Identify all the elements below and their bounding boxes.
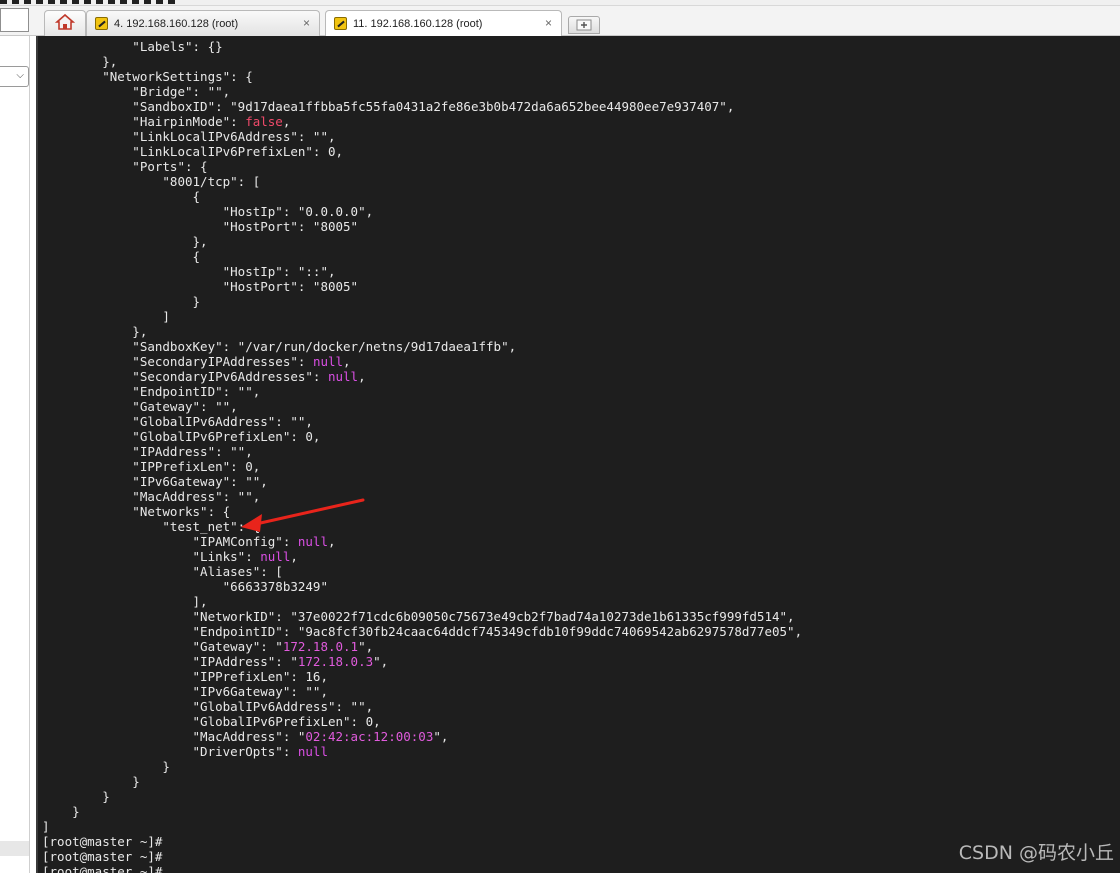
chevron-down-icon: ⌵ bbox=[16, 70, 24, 81]
terminal-line: "Networks": { bbox=[42, 504, 231, 519]
terminal-value-token: 172.18.0.3 bbox=[297, 654, 374, 669]
terminal-line: "Labels": {} bbox=[42, 39, 223, 54]
terminal-line: "HostIp": "0.0.0.0", bbox=[42, 204, 374, 219]
tab-session-11[interactable]: 11. 192.168.160.128 (root) × bbox=[325, 10, 562, 37]
terminal-value-token: 02:42:ac:12:00:03 bbox=[305, 729, 434, 744]
terminal-text: "Labels": {} }, "NetworkSettings": { "Br… bbox=[42, 39, 802, 873]
terminal-line: "MacAddress": "", bbox=[42, 489, 261, 504]
terminal-line: "HostPort": "8005" bbox=[42, 219, 359, 234]
terminal-line: "8001/tcp": [ bbox=[42, 174, 261, 189]
terminal-line: "Aliases": [ bbox=[42, 564, 283, 579]
terminal-line: [root@master ~]# bbox=[42, 849, 163, 864]
terminal-line: }, bbox=[42, 54, 118, 69]
terminal-line: "HairpinMode": false, bbox=[42, 114, 291, 129]
terminal-line: "IPPrefixLen": 0, bbox=[42, 459, 261, 474]
top-strip-pattern bbox=[0, 0, 180, 4]
terminal-line: "GlobalIPv6PrefixLen": 0, bbox=[42, 429, 321, 444]
terminal-line: } bbox=[42, 294, 201, 309]
left-panel-input[interactable] bbox=[0, 8, 29, 32]
terminal-line: "NetworkID": "37e0022f71cdc6b09050c75673… bbox=[42, 609, 795, 624]
new-tab-button[interactable] bbox=[568, 16, 600, 34]
terminal-line: "HostIp": "::", bbox=[42, 264, 336, 279]
terminal-line: "SecondaryIPv6Addresses": null, bbox=[42, 369, 366, 384]
terminal-line: "Links": null, bbox=[42, 549, 298, 564]
terminal-value-token: 172.18.0.1 bbox=[282, 639, 359, 654]
terminal-line: "Gateway": "172.18.0.1", bbox=[42, 639, 374, 654]
watermark: CSDN @码农小丘 bbox=[958, 842, 1114, 864]
terminal-value-token: false bbox=[245, 114, 283, 129]
terminal-line: [root@master ~]# bbox=[42, 834, 163, 849]
terminal-line: "IPv6Gateway": "", bbox=[42, 474, 268, 489]
terminal-session-icon bbox=[95, 17, 108, 30]
terminal-line: { bbox=[42, 249, 201, 264]
terminal-line: "GlobalIPv6PrefixLen": 0, bbox=[42, 714, 381, 729]
terminal-value-token: null bbox=[297, 534, 328, 549]
terminal-line: } bbox=[42, 789, 110, 804]
terminal-line: "IPPrefixLen": 16, bbox=[42, 669, 328, 684]
terminal-session-icon bbox=[334, 17, 347, 30]
terminal-line: "Gateway": "", bbox=[42, 399, 238, 414]
terminal-line: ] bbox=[42, 819, 50, 834]
tab-label: 4. 192.168.160.128 (root) bbox=[114, 18, 239, 30]
terminal-line: "DriverOpts": null bbox=[42, 744, 328, 759]
terminal-line: { bbox=[42, 189, 201, 204]
terminal-line: "MacAddress": "02:42:ac:12:00:03", bbox=[42, 729, 449, 744]
terminal-line: "6663378b3249" bbox=[42, 579, 328, 594]
terminal-line: "IPAddress": "", bbox=[42, 444, 253, 459]
close-icon[interactable]: × bbox=[303, 16, 310, 30]
terminal-line: "SandboxID": "9d17daea1ffbba5fc55fa0431a… bbox=[42, 99, 735, 114]
terminal-line: "HostPort": "8005" bbox=[42, 279, 359, 294]
terminal-line: "SecondaryIPAddresses": null, bbox=[42, 354, 351, 369]
terminal-line: ] bbox=[42, 309, 170, 324]
terminal-line: "EndpointID": "", bbox=[42, 384, 261, 399]
terminal-line: "SandboxKey": "/var/run/docker/netns/9d1… bbox=[42, 339, 517, 354]
session-sidebar: ⌵ bbox=[0, 36, 30, 873]
terminal-line: "IPAddress": "172.18.0.3", bbox=[42, 654, 389, 669]
terminal-line: "LinkLocalIPv6Address": "", bbox=[42, 129, 336, 144]
terminal-line: "Ports": { bbox=[42, 159, 208, 174]
terminal-value-token: null bbox=[297, 744, 328, 759]
terminal-line: "EndpointID": "9ac8fcf30fb24caac64ddcf74… bbox=[42, 624, 803, 639]
terminal-line: "test_net": { bbox=[42, 519, 261, 534]
terminal-line: "GlobalIPv6Address": "", bbox=[42, 414, 313, 429]
close-icon[interactable]: × bbox=[545, 16, 552, 30]
terminal-line: "NetworkSettings": { bbox=[42, 69, 253, 84]
tab-label: 11. 192.168.160.128 (root) bbox=[353, 18, 483, 30]
terminal-line: } bbox=[42, 759, 170, 774]
terminal-line: }, bbox=[42, 324, 148, 339]
terminal-line: ], bbox=[42, 594, 208, 609]
home-icon bbox=[54, 13, 76, 35]
terminal-line: } bbox=[42, 774, 140, 789]
home-button[interactable] bbox=[44, 10, 86, 36]
new-tab-icon bbox=[576, 16, 592, 35]
tab-session-4[interactable]: 4. 192.168.160.128 (root) × bbox=[86, 10, 320, 36]
terminal-output[interactable]: "Labels": {} }, "NetworkSettings": { "Br… bbox=[36, 36, 1120, 873]
terminal-line: "Bridge": "", bbox=[42, 84, 231, 99]
terminal-value-token: null bbox=[327, 369, 359, 384]
sidebar-selection bbox=[0, 841, 29, 856]
sidebar-dropdown[interactable]: ⌵ bbox=[0, 66, 29, 87]
terminal-line: "IPAMConfig": null, bbox=[42, 534, 336, 549]
terminal-line: [root@master ~]# bbox=[42, 864, 163, 873]
terminal-line: "LinkLocalIPv6PrefixLen": 0, bbox=[42, 144, 344, 159]
session-tab-bar: 4. 192.168.160.128 (root) × 11. 192.168.… bbox=[0, 6, 1120, 37]
terminal-line: }, bbox=[42, 234, 208, 249]
terminal-line: "GlobalIPv6Address": "", bbox=[42, 699, 374, 714]
terminal-line: } bbox=[42, 804, 80, 819]
terminal-line: "IPv6Gateway": "", bbox=[42, 684, 328, 699]
terminal-value-token: null bbox=[312, 354, 344, 369]
terminal-value-token: null bbox=[260, 549, 291, 564]
